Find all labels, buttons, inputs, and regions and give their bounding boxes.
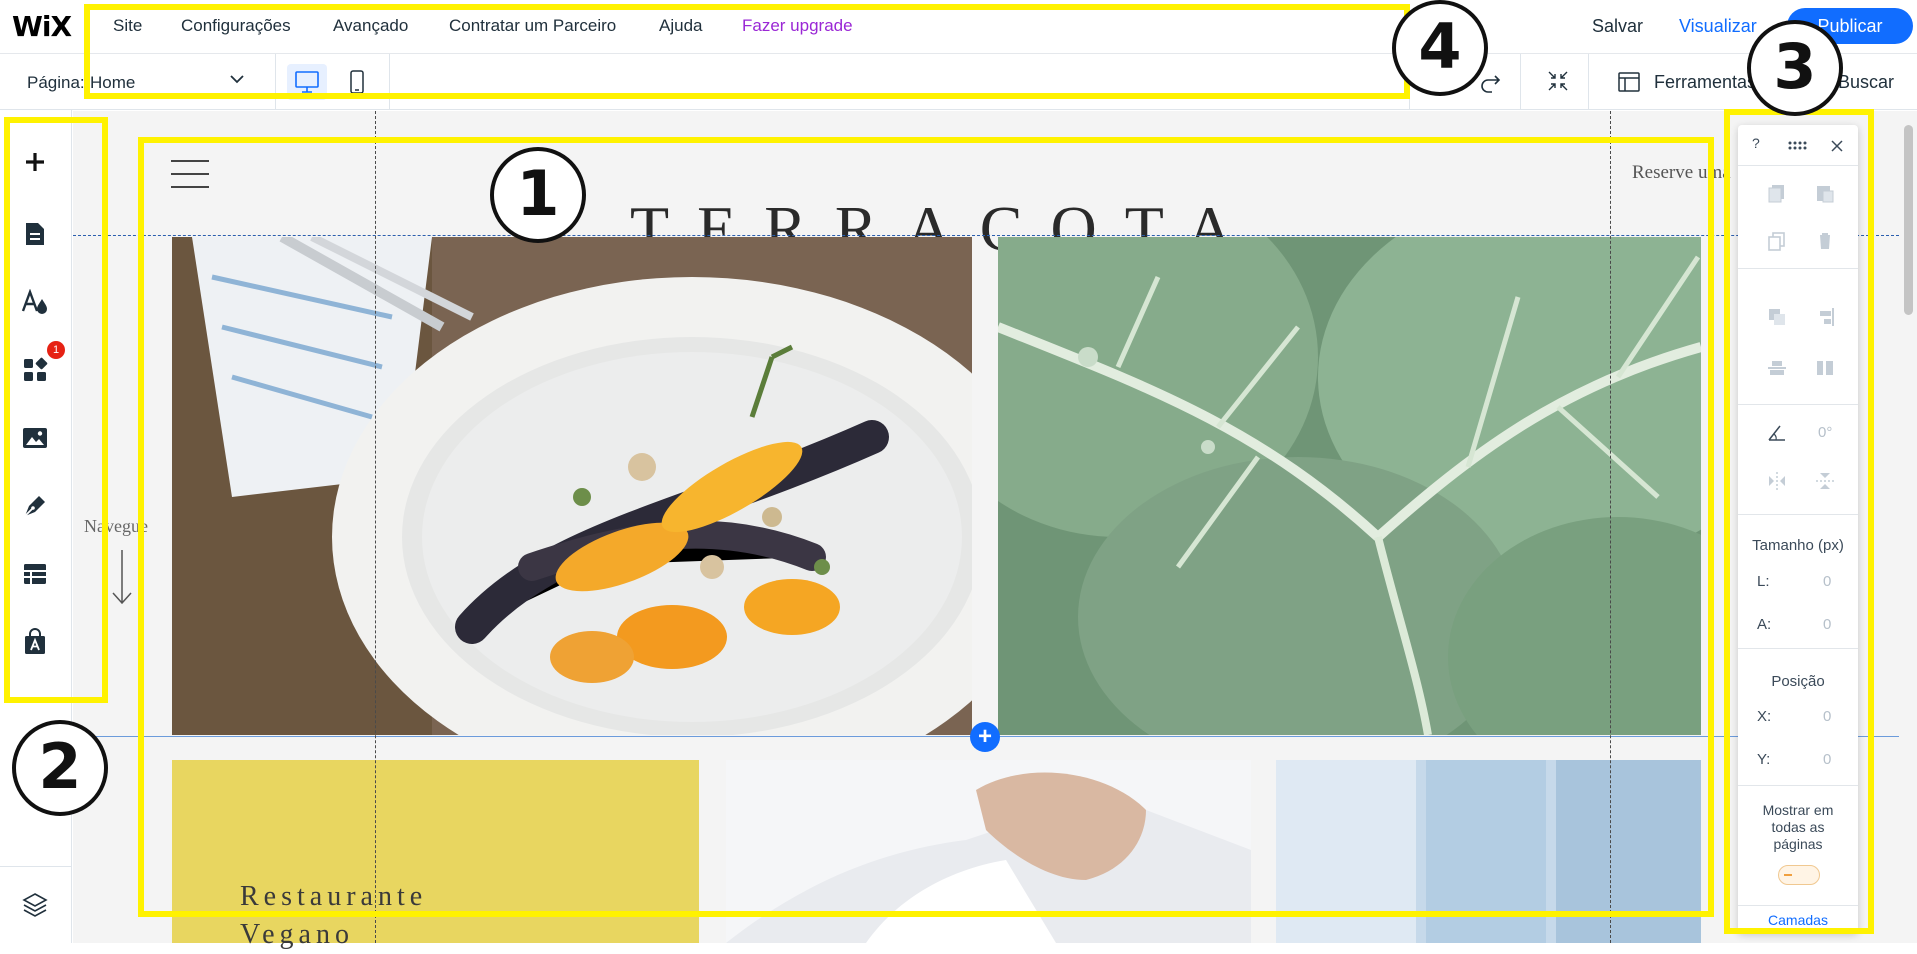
scrollbar-thumb[interactable]	[1904, 125, 1913, 315]
tools-button[interactable]: Ferramentas	[1654, 72, 1756, 93]
annotation-number-2: 2	[12, 720, 108, 816]
divider	[1588, 54, 1589, 110]
annotation-box-toolbar	[1724, 109, 1874, 934]
save-button[interactable]: Salvar	[1592, 16, 1643, 37]
layers-icon[interactable]	[17, 886, 53, 922]
annotation-number-1: 1	[490, 147, 586, 243]
page-label: Página:	[27, 73, 85, 92]
annotation-number-3: 3	[1747, 20, 1843, 116]
divider	[1520, 54, 1521, 110]
arrow-down-icon	[110, 550, 134, 606]
annotation-box-menu	[84, 4, 1410, 99]
annotation-number-4: 4	[1392, 0, 1488, 96]
zoom-out-icon[interactable]	[1545, 68, 1571, 94]
search-button[interactable]: Buscar	[1838, 72, 1894, 93]
annotation-box-sidebar	[4, 117, 108, 703]
preview-button[interactable]: Visualizar	[1679, 16, 1757, 37]
divider	[0, 866, 72, 867]
annotation-box-canvas	[138, 137, 1714, 917]
tools-icon[interactable]	[1617, 71, 1641, 93]
wix-logo[interactable]: WiX	[12, 10, 72, 43]
restaurant-heading-line-2: Vegano	[240, 919, 354, 950]
